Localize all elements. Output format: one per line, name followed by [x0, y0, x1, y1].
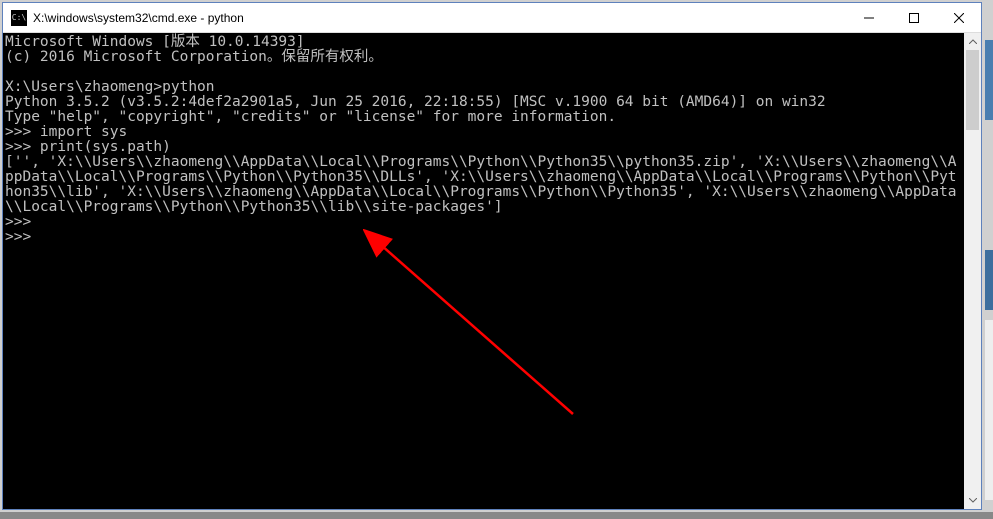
background-fragments — [985, 40, 993, 510]
scroll-thumb[interactable] — [966, 50, 979, 130]
cmd-window: C:\ X:\windows\system32\cmd.exe - python… — [2, 2, 982, 510]
scroll-track[interactable] — [964, 50, 981, 492]
bg-fragment — [985, 40, 993, 120]
close-button[interactable] — [936, 3, 981, 32]
titlebar[interactable]: C:\ X:\windows\system32\cmd.exe - python — [3, 3, 981, 33]
window-controls — [846, 3, 981, 32]
close-icon — [954, 13, 964, 23]
maximize-button[interactable] — [891, 3, 936, 32]
bg-fragment — [985, 250, 993, 310]
maximize-icon — [909, 13, 919, 23]
scroll-down-button[interactable] — [964, 492, 981, 509]
window-title: X:\windows\system32\cmd.exe - python — [33, 11, 846, 25]
chevron-down-icon — [969, 498, 977, 503]
scroll-up-button[interactable] — [964, 33, 981, 50]
bg-fragment — [985, 320, 993, 500]
chevron-up-icon — [969, 39, 977, 44]
cmd-icon: C:\ — [11, 10, 27, 26]
vertical-scrollbar[interactable] — [964, 33, 981, 509]
terminal-output[interactable]: Microsoft Windows [版本 10.0.14393] (c) 20… — [3, 33, 964, 509]
terminal-area: Microsoft Windows [版本 10.0.14393] (c) 20… — [3, 33, 981, 509]
bottom-strip — [0, 512, 993, 519]
minimize-icon — [864, 13, 874, 23]
minimize-button[interactable] — [846, 3, 891, 32]
